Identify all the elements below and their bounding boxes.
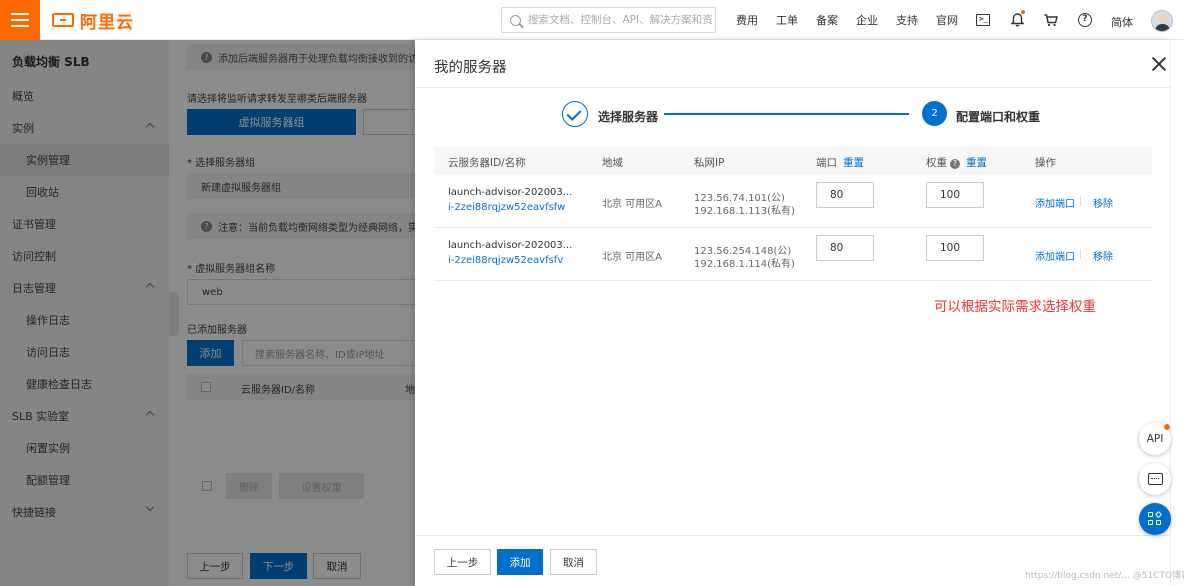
table-row: launch-advisor-202003... i-2zei88rqjzw52… [434,228,1152,281]
column-region: 地域 [602,157,623,169]
server-id-link[interactable]: i-2zei88rqjzw52eavfsfw [448,202,565,213]
notification-dot [1021,10,1025,14]
apps-float-button[interactable] [1139,503,1171,535]
chat-icon [1147,473,1163,485]
step-1-label: 选择服务器 [598,110,659,124]
table-header: 云服务器ID/名称 地域 私网IP 端口 重置 权重? 重置 操作 [434,147,1152,175]
page-scrollbar[interactable] [1170,40,1184,586]
notification-button[interactable] [1000,0,1034,40]
hamburger-menu-icon[interactable] [0,0,40,40]
column-weight: 权重? 重置 [926,155,987,170]
step-connector [664,113,909,115]
server-private-ip: 192.168.1.114(私有) [694,259,795,270]
api-float-button[interactable]: API [1139,423,1171,455]
server-private-ip: 192.168.1.113(私有) [694,206,795,217]
weight-reset-link[interactable]: 重置 [966,157,987,169]
bell-icon [1010,13,1024,27]
nav-link-website[interactable]: 官网 [927,12,967,28]
terminal-icon: >_ [976,14,990,26]
drawer-footer-divider [415,535,1170,536]
nav-link-enterprise[interactable]: 企业 [847,12,887,28]
aliyun-logo[interactable]: 阿里云 [52,8,134,33]
server-region: 北京 可用区A [602,252,663,263]
global-search[interactable] [501,7,716,33]
search-icon [510,14,521,26]
column-port-label: 端口 [816,157,837,169]
drawer-header-divider [415,87,1170,88]
language-switch[interactable]: 简体 [1111,14,1133,30]
column-private-ip: 私网IP [694,157,725,169]
column-actions: 操作 [1035,157,1056,169]
table-row: launch-advisor-202003... i-2zei88rqjzw52… [434,175,1152,228]
server-name: launch-advisor-202003... [448,240,573,251]
my-servers-drawer: 我的服务器 选择服务器 2 配置端口和权重 云服务器ID/名称 地域 私网IP … [415,40,1170,586]
drawer-cancel-button[interactable]: 取消 [550,549,597,575]
api-label: API [1146,433,1164,445]
column-server: 云服务器ID/名称 [448,157,526,169]
aliyun-logo-icon [52,13,74,27]
top-icon-group: >_ ? [966,0,1102,40]
image-watermark: https://blog.csdn.net/... @51CTO博客 [1025,571,1184,581]
weight-input[interactable]: 100 [926,235,984,261]
drawer-add-button[interactable]: 添加 [497,549,543,575]
top-navigation-bar: 阿里云 费用 工单 备案 企业 支持 官网 >_ ? 简体 [0,0,1184,40]
remove-server-link[interactable]: 移除 [1093,195,1113,210]
cart-icon [1044,13,1058,26]
drawer-title: 我的服务器 [434,60,507,76]
port-input[interactable]: 80 [816,235,874,261]
help-button[interactable]: ? [1068,0,1102,40]
action-divider [1080,249,1081,259]
modal-overlay[interactable] [0,40,415,586]
nav-link-support[interactable]: 支持 [887,12,927,28]
port-input[interactable]: 80 [816,182,874,208]
global-search-input[interactable] [528,14,713,26]
server-name: launch-advisor-202003... [448,187,573,198]
add-port-link[interactable]: 添加端口 [1035,248,1075,263]
server-id-link[interactable]: i-2zei88rqjzw52eavfsfv [448,255,563,266]
remove-server-link[interactable]: 移除 [1093,248,1113,263]
action-divider [1080,196,1081,206]
nav-link-billing[interactable]: 费用 [727,12,767,28]
step-complete-check-icon [562,101,588,127]
column-port: 端口 重置 [816,155,864,170]
api-notification-dot [1164,424,1170,430]
user-avatar[interactable] [1151,10,1173,32]
step-2-number: 2 [922,101,947,126]
chat-float-button[interactable] [1139,463,1171,495]
nav-link-tickets[interactable]: 工单 [767,12,807,28]
top-nav-links: 费用 工单 备案 企业 支持 官网 [727,0,967,40]
apps-grid-icon [1148,510,1163,526]
logo-text: 阿里云 [80,12,134,33]
column-weight-label: 权重 [926,157,947,169]
help-icon: ? [1078,13,1092,27]
cart-button[interactable] [1034,0,1068,40]
drawer-prev-button[interactable]: 上一步 [434,549,491,575]
weight-annotation: 可以根据实际需求选择权重 [934,299,1096,315]
add-port-link[interactable]: 添加端口 [1035,195,1075,210]
server-config-table: 云服务器ID/名称 地域 私网IP 端口 重置 权重? 重置 操作 launch-a… [434,147,1152,281]
close-icon[interactable] [1151,56,1167,72]
weight-help-icon[interactable]: ? [950,159,960,169]
step-2-label: 配置端口和权重 [956,110,1041,124]
server-region: 北京 可用区A [602,199,663,210]
terminal-button[interactable]: >_ [966,0,1000,40]
weight-input[interactable]: 100 [926,182,984,208]
nav-link-icp[interactable]: 备案 [807,12,847,28]
port-reset-link[interactable]: 重置 [843,157,864,169]
